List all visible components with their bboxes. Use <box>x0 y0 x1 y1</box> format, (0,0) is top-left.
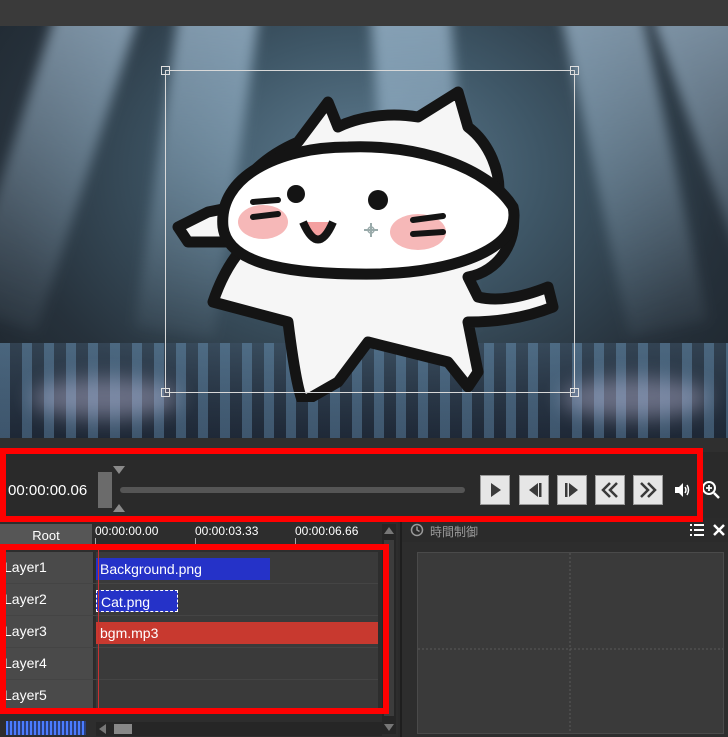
zoom-in-icon[interactable] <box>700 479 722 501</box>
resize-handle-top-right[interactable] <box>570 66 579 75</box>
horizontal-scrollbar[interactable] <box>96 722 382 736</box>
top-menu-bar <box>0 0 728 26</box>
highlight-frame-layers <box>0 544 389 714</box>
stage-sparkle <box>560 378 710 418</box>
resize-handle-top-left[interactable] <box>161 66 170 75</box>
selection-bounding-box[interactable] <box>161 66 579 397</box>
scroll-up-icon[interactable] <box>382 524 396 536</box>
panel-title: 時間制御 <box>430 525 479 539</box>
list-icon[interactable] <box>690 523 704 537</box>
ruler-tick-label: 00:00:03.33 <box>195 524 259 538</box>
time-control-graph[interactable] <box>417 552 724 734</box>
root-button[interactable]: Root <box>0 524 92 546</box>
scroll-down-icon[interactable] <box>382 722 396 734</box>
anchor-point-icon[interactable] <box>364 223 378 237</box>
preview-canvas[interactable] <box>0 26 728 438</box>
resize-handle-bottom-left[interactable] <box>161 388 170 397</box>
highlight-frame-transport <box>0 448 703 522</box>
horizontal-scroll-thumb[interactable] <box>114 724 132 734</box>
audio-level-meter <box>6 721 86 735</box>
close-icon[interactable] <box>713 524 725 536</box>
scroll-left-icon[interactable] <box>96 722 108 736</box>
ruler-tick-label: 00:00:00.00 <box>95 524 159 538</box>
time-control-panel: 時間制御 <box>400 518 728 737</box>
stage-light-beam <box>0 26 139 333</box>
resize-handle-bottom-right[interactable] <box>570 388 579 397</box>
stage-sparkle <box>30 378 180 418</box>
clock-icon <box>410 523 424 537</box>
ruler-tick-label: 00:00:06.66 <box>295 524 359 538</box>
